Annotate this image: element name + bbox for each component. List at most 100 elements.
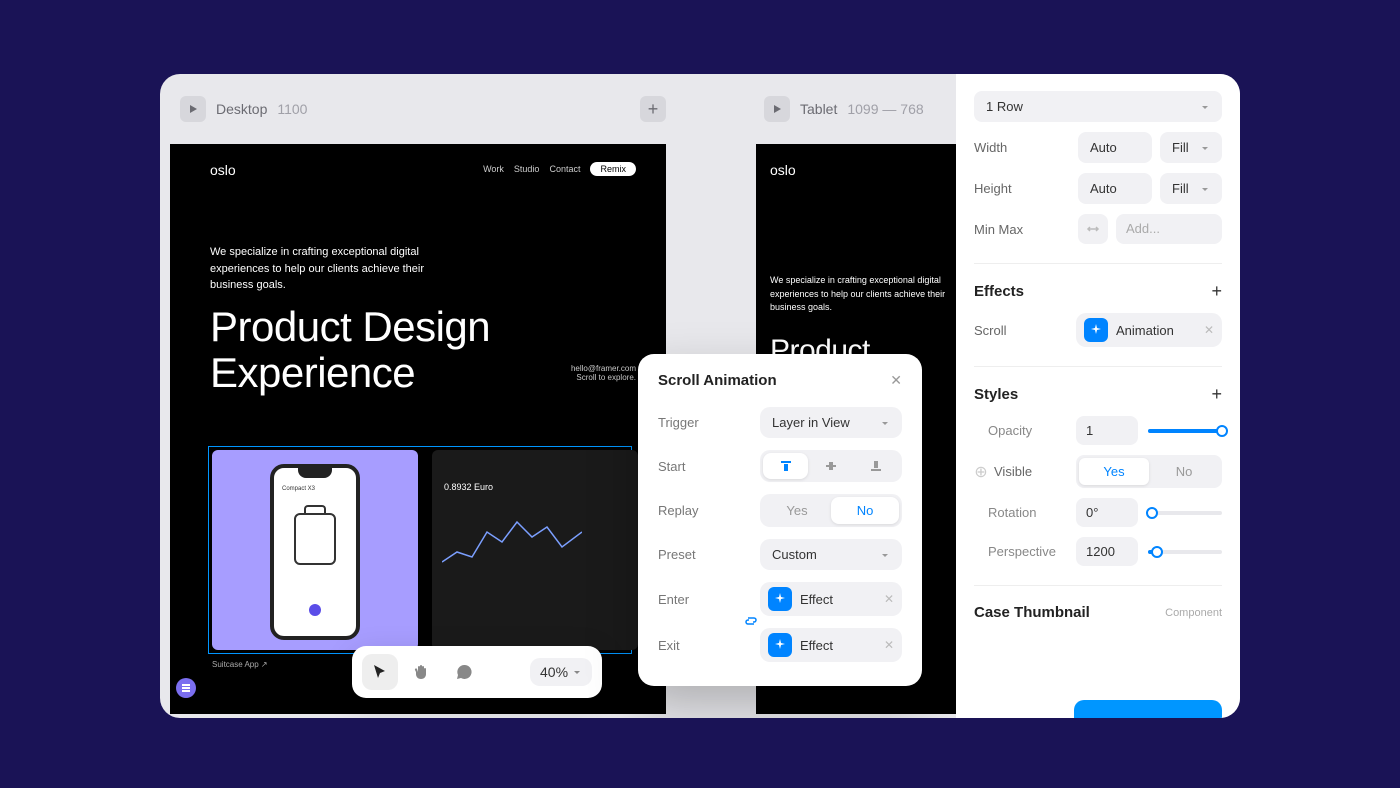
replay-label: Replay: [658, 503, 698, 518]
nav-link: Work: [483, 164, 504, 174]
chevron-down-icon: [572, 667, 582, 677]
remove-effect-icon[interactable]: ✕: [884, 638, 894, 652]
align-bottom-button[interactable]: [854, 453, 899, 479]
arrows-horizontal-icon[interactable]: [1078, 214, 1108, 244]
site-brand: oslo: [770, 162, 796, 178]
canvas-frame-desktop[interactable]: oslo Work Studio Contact Remix We specia…: [170, 144, 666, 714]
component-tag: Component: [1165, 607, 1222, 619]
viewport-header-tablet: Tablet 1099 — 768: [764, 96, 924, 122]
select-tool[interactable]: [362, 654, 398, 690]
rotation-input[interactable]: 0°: [1076, 498, 1138, 527]
exit-effect-chip[interactable]: Effect ✕: [760, 628, 902, 662]
minmax-label: Min Max: [974, 222, 1023, 237]
perspective-input[interactable]: 1200: [1076, 537, 1138, 566]
chevron-down-icon: [1200, 102, 1210, 112]
remove-effect-icon[interactable]: ✕: [884, 592, 894, 606]
comment-tool[interactable]: [446, 654, 482, 690]
layers-icon[interactable]: [176, 678, 196, 698]
case-card-2[interactable]: 0.8932 Euro: [432, 450, 638, 650]
site-subhead: We specialize in crafting exceptional di…: [770, 274, 950, 315]
hand-tool[interactable]: [404, 654, 440, 690]
preset-label: Preset: [658, 547, 696, 562]
sparkle-icon: [768, 587, 792, 611]
preset-select[interactable]: Custom: [760, 539, 902, 570]
perspective-label: Perspective: [988, 544, 1056, 559]
scroll-effect-label: Scroll: [974, 323, 1007, 338]
trigger-select[interactable]: Layer in View: [760, 407, 902, 438]
site-brand: oslo: [210, 162, 236, 178]
nav-link: Studio: [514, 164, 540, 174]
component-section-title: Case Thumbnail: [974, 604, 1090, 621]
sparkle-icon: [1084, 318, 1108, 342]
rotation-slider[interactable]: [1148, 511, 1222, 515]
chevron-down-icon: [1200, 143, 1210, 153]
site-nav: Work Studio Contact Remix: [483, 162, 636, 176]
scroll-animation-panel: Scroll Animation ✕ Trigger Layer in View…: [638, 354, 922, 686]
height-label: Height: [974, 181, 1012, 196]
site-hero: Product Design Experience: [210, 304, 490, 396]
opacity-slider[interactable]: [1148, 429, 1222, 433]
chevron-down-icon: [880, 550, 890, 560]
effects-section-title: Effects: [974, 283, 1024, 300]
play-icon[interactable]: [764, 96, 790, 122]
close-icon[interactable]: ✕: [890, 372, 902, 389]
panel-title: Scroll Animation: [658, 372, 777, 389]
dashboard-price: 0.8932 Euro: [444, 482, 493, 492]
viewport-size: 1100: [277, 101, 307, 117]
component-preview[interactable]: [1074, 700, 1222, 718]
rows-select[interactable]: 1 Row: [974, 91, 1222, 122]
exit-label: Exit: [658, 638, 680, 653]
zoom-select[interactable]: 40%: [530, 658, 592, 686]
case-card-1[interactable]: Compact X3: [212, 450, 418, 650]
opacity-label: Opacity: [988, 423, 1032, 438]
site-subhead: We specialize in crafting exceptional di…: [210, 244, 450, 294]
nav-link: Contact: [549, 164, 580, 174]
line-chart: [442, 502, 582, 582]
dark-mode-toggle[interactable]: [488, 654, 524, 690]
add-override-icon[interactable]: ⊕: [974, 465, 988, 479]
zoom-value: 40%: [540, 664, 568, 680]
chevron-down-icon: [1200, 184, 1210, 194]
align-top-button[interactable]: [763, 453, 808, 479]
visible-no-button[interactable]: No: [1149, 458, 1219, 485]
nav-link-remix: Remix: [590, 162, 636, 176]
link-icon: [745, 614, 757, 632]
enter-effect-chip[interactable]: Effect ✕: [760, 582, 902, 616]
remove-effect-icon[interactable]: ✕: [1204, 323, 1214, 337]
site-contact: hello@framer.com Scroll to explore.: [571, 364, 636, 382]
visible-toggle: Yes No: [1076, 455, 1222, 488]
rotation-label: Rotation: [988, 505, 1036, 520]
height-value-input[interactable]: Auto: [1078, 173, 1152, 204]
replay-no-button[interactable]: No: [831, 497, 899, 524]
minmax-input[interactable]: Add...: [1116, 214, 1222, 244]
viewport-header-desktop: Desktop 1100: [180, 96, 307, 122]
scroll-animation-chip[interactable]: Animation ✕: [1076, 313, 1222, 347]
add-style-button[interactable]: +: [1211, 385, 1222, 403]
styles-section-title: Styles: [974, 386, 1018, 403]
play-icon[interactable]: [180, 96, 206, 122]
phone-mockup: Compact X3: [270, 464, 360, 640]
canvas-toolbar: 40%: [352, 646, 602, 698]
opacity-input[interactable]: 1: [1076, 416, 1138, 445]
viewport-name: Tablet: [800, 101, 837, 117]
design-canvas: Desktop 1100 + Tablet 1099 — 768 oslo Wo…: [160, 74, 1240, 718]
width-value-input[interactable]: Auto: [1078, 132, 1152, 163]
height-mode-select[interactable]: Fill: [1160, 173, 1222, 204]
align-center-button[interactable]: [808, 453, 853, 479]
viewport-name: Desktop: [216, 101, 267, 117]
sparkle-icon: [768, 633, 792, 657]
width-mode-select[interactable]: Fill: [1160, 132, 1222, 163]
add-effect-button[interactable]: +: [1211, 282, 1222, 300]
start-alignment-segment: [760, 450, 902, 482]
add-viewport-button[interactable]: +: [640, 96, 666, 122]
visible-label: Visible: [994, 464, 1032, 479]
viewport-size: 1099 — 768: [847, 101, 923, 117]
replay-yes-button[interactable]: Yes: [763, 497, 831, 524]
perspective-slider[interactable]: [1148, 550, 1222, 554]
visible-yes-button[interactable]: Yes: [1079, 458, 1149, 485]
inspector-panel: 1 Row Width Auto Fill Height Auto Fill M…: [956, 74, 1240, 718]
card-caption: Suitcase App ↗: [212, 660, 268, 669]
trigger-label: Trigger: [658, 415, 699, 430]
enter-label: Enter: [658, 592, 689, 607]
chevron-down-icon: [880, 418, 890, 428]
